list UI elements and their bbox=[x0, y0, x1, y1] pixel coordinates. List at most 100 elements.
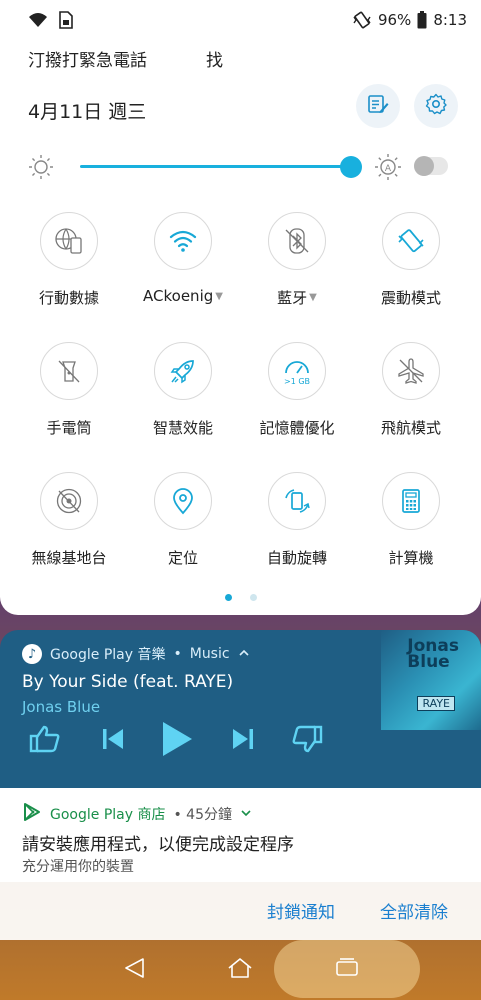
tile-memory-optimize[interactable]: >1 GB 記憶體優化 bbox=[240, 342, 354, 472]
media-controls bbox=[26, 722, 326, 760]
category: Music bbox=[189, 646, 230, 662]
wifi-icon bbox=[154, 212, 212, 270]
tile-auto-rotate[interactable]: 自動旋轉 bbox=[240, 472, 354, 602]
tile-wifi[interactable]: ACkoenig ▼ bbox=[126, 212, 240, 342]
tile-bluetooth[interactable]: 藍牙 ▼ bbox=[240, 212, 354, 342]
wifi-icon bbox=[28, 11, 48, 29]
page-dot[interactable] bbox=[249, 594, 257, 601]
album-art-badge: RAYE bbox=[417, 696, 455, 711]
tile-label: 定位 bbox=[167, 549, 198, 567]
edit-icon bbox=[367, 93, 389, 119]
recents-button[interactable] bbox=[334, 958, 360, 982]
tile-airplane-mode[interactable]: 飛航模式 bbox=[354, 342, 468, 472]
calculator-icon bbox=[382, 472, 440, 530]
music-app-header[interactable]: ♪ Google Play 音樂 • Music bbox=[22, 644, 250, 664]
separator: • bbox=[173, 646, 182, 662]
store-notification[interactable]: Google Play 商店 • 45分鐘 請安裝應用程式，以便完成設定程序 充… bbox=[0, 788, 481, 882]
brightness-slider-track[interactable] bbox=[80, 165, 352, 168]
app-name: Google Play 商店 bbox=[50, 807, 166, 823]
skip-previous-icon bbox=[101, 727, 125, 755]
hotspot-icon bbox=[40, 472, 98, 530]
page-dot-active[interactable] bbox=[224, 594, 232, 601]
quick-tiles-grid: 行動數據 ACkoenig ▼ 藍牙 ▼ 震動模式 手電筒 智慧效能 >1 GB… bbox=[0, 212, 481, 602]
memory-gauge-icon: >1 GB bbox=[268, 342, 326, 400]
home-icon bbox=[227, 957, 253, 983]
quick-settings-panel: 汀撥打緊急電話 找 4月11日 週三 A 行動數據 ACkoenig ▼ 藍牙 … bbox=[0, 40, 481, 615]
tile-flashlight[interactable]: 手電筒 bbox=[12, 342, 126, 472]
tile-label: 藍牙 bbox=[277, 289, 308, 307]
flashlight-icon bbox=[40, 342, 98, 400]
notification-actions: 封鎖通知 全部清除 bbox=[0, 882, 481, 940]
tile-label: 震動模式 bbox=[380, 289, 441, 307]
play-icon bbox=[160, 720, 194, 762]
tile-label: 無線基地台 bbox=[31, 549, 107, 567]
tile-vibrate[interactable]: 震動模式 bbox=[354, 212, 468, 342]
auto-brightness-icon: A bbox=[374, 153, 402, 185]
navigation-bar bbox=[0, 940, 481, 1000]
location-icon bbox=[154, 472, 212, 530]
tile-label: 行動數據 bbox=[38, 289, 99, 307]
vibrate-icon bbox=[382, 212, 440, 270]
battery-icon bbox=[417, 11, 427, 29]
battery-percent: 96% bbox=[377, 11, 412, 29]
emergency-call-link[interactable]: 汀撥打緊急電話 bbox=[28, 46, 147, 71]
tile-smart-performance[interactable]: 智慧效能 bbox=[126, 342, 240, 472]
thumbs-down-button[interactable] bbox=[288, 722, 326, 760]
skip-next-icon bbox=[231, 727, 255, 755]
auto-rotate-icon bbox=[268, 472, 326, 530]
thumbs-down-icon bbox=[291, 724, 323, 758]
previous-button[interactable] bbox=[94, 722, 132, 760]
memory-badge: >1 GB bbox=[284, 377, 310, 386]
store-app-header[interactable]: Google Play 商店 • 45分鐘 bbox=[22, 802, 252, 826]
thumbs-up-icon bbox=[29, 724, 61, 758]
block-notifications-button[interactable]: 封鎖通知 bbox=[267, 898, 335, 923]
tile-label: 飛航模式 bbox=[380, 419, 441, 437]
recents-icon bbox=[334, 957, 360, 983]
notification-title: 請安裝應用程式，以便完成設定程序 bbox=[22, 835, 294, 855]
back-button[interactable] bbox=[121, 958, 147, 982]
vibrate-icon bbox=[352, 11, 372, 29]
tile-location[interactable]: 定位 bbox=[126, 472, 240, 602]
tile-mobile-data[interactable]: 行動數據 bbox=[12, 212, 126, 342]
auto-brightness-toggle[interactable] bbox=[414, 156, 448, 176]
clear-all-button[interactable]: 全部清除 bbox=[380, 898, 448, 923]
tile-hotspot[interactable]: 無線基地台 bbox=[12, 472, 126, 602]
tile-label: 手電筒 bbox=[46, 419, 92, 437]
gear-icon bbox=[425, 93, 447, 119]
chevron-down-icon[interactable] bbox=[240, 806, 252, 822]
status-bar: 96% 8:13 bbox=[0, 0, 481, 40]
tile-label: 智慧效能 bbox=[152, 419, 213, 437]
tile-label: 記憶體優化 bbox=[259, 419, 335, 437]
svg-text:A: A bbox=[385, 164, 392, 174]
chevron-down-icon[interactable]: ▼ bbox=[309, 292, 317, 303]
page-indicator bbox=[0, 594, 481, 601]
music-notification[interactable]: Jonas Blue RAYE ♪ Google Play 音樂 • Music … bbox=[0, 630, 481, 788]
tile-label: 自動旋轉 bbox=[266, 549, 327, 567]
song-artist: Jonas Blue bbox=[22, 698, 101, 716]
song-title: By Your Side (feat. RAYE) bbox=[22, 672, 234, 692]
notification-subtitle: 充分運用你的裝置 bbox=[22, 859, 134, 875]
notification-time: • 45分鐘 bbox=[173, 807, 232, 823]
tile-label: ACkoenig bbox=[143, 287, 214, 305]
rocket-icon bbox=[154, 342, 212, 400]
tile-calculator[interactable]: 計算機 bbox=[354, 472, 468, 602]
sim-card-icon bbox=[58, 11, 78, 29]
clock: 8:13 bbox=[433, 11, 467, 29]
search-text[interactable]: 找 bbox=[206, 46, 223, 71]
next-button[interactable] bbox=[224, 722, 262, 760]
edit-tiles-button[interactable] bbox=[356, 84, 400, 128]
brightness-control: A bbox=[28, 150, 458, 184]
airplane-icon bbox=[382, 342, 440, 400]
thumbs-up-button[interactable] bbox=[26, 722, 64, 760]
album-art-title: Jonas Blue bbox=[407, 636, 459, 672]
tile-label: 計算機 bbox=[388, 549, 434, 567]
settings-button[interactable] bbox=[414, 84, 458, 128]
play-store-icon bbox=[22, 802, 42, 826]
play-button[interactable] bbox=[158, 722, 196, 760]
brightness-slider-thumb[interactable] bbox=[340, 156, 362, 178]
chevron-up-icon[interactable] bbox=[238, 646, 250, 662]
music-note-icon: ♪ bbox=[22, 644, 42, 664]
home-button[interactable] bbox=[227, 958, 253, 982]
chevron-down-icon[interactable]: ▼ bbox=[215, 291, 223, 302]
mobile-data-icon bbox=[40, 212, 98, 270]
